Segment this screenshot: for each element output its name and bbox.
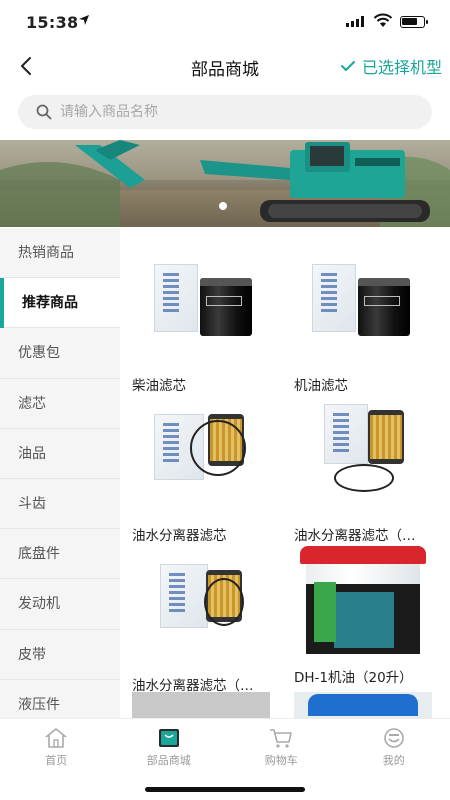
product-card[interactable]: 油水分离器滤芯（…	[294, 400, 434, 544]
category-label: 优惠包	[18, 345, 60, 362]
product-card[interactable]: 柴油滤芯	[132, 250, 272, 394]
product-card[interactable]	[294, 692, 434, 718]
status-time: 15:38	[26, 13, 79, 32]
search-icon	[36, 104, 52, 120]
filter-canister-image	[294, 250, 432, 362]
product-card[interactable]: 油水分离器滤芯（…	[132, 550, 272, 694]
category-sidebar: 热销商品 推荐商品 优惠包 滤芯 油品 斗齿 底盘件 发动机 皮带 液压件	[0, 228, 120, 718]
category-label: 滤芯	[18, 395, 46, 412]
category-label: 推荐商品	[22, 295, 78, 312]
category-item-filters[interactable]: 滤芯	[0, 379, 120, 429]
category-item-engine[interactable]: 发动机	[0, 579, 120, 630]
tab-label: 购物车	[264, 754, 298, 767]
tab-label: 部品商城	[146, 754, 191, 767]
tab-label: 首页	[45, 754, 68, 767]
status-bar: 15:38	[0, 0, 450, 44]
filter-element-image	[132, 550, 270, 662]
product-card[interactable]: 机油滤芯	[294, 250, 434, 394]
filter-element-image	[294, 400, 432, 512]
oil-bucket-image	[294, 692, 432, 718]
category-label: 皮带	[18, 646, 46, 663]
selected-machine-button[interactable]: 已选择机型	[340, 54, 442, 78]
product-card[interactable]: DH-1机油（20升）	[294, 542, 434, 686]
filter-canister-image	[132, 250, 270, 362]
excavator-image	[0, 140, 450, 227]
product-card[interactable]: 油水分离器滤芯	[132, 400, 272, 544]
product-grid: 柴油滤芯 机油滤芯 油水分离器滤芯 油水分离器滤芯（… 油水分离器滤芯（… DH…	[120, 228, 450, 718]
check-icon	[340, 61, 355, 71]
wifi-icon	[373, 12, 393, 32]
tab-shop[interactable]: 部品商城	[113, 719, 226, 774]
home-icon	[45, 728, 67, 748]
product-name: 油水分离器滤芯	[132, 528, 227, 544]
promo-banner[interactable]	[0, 140, 450, 227]
nav-header: 部品商城 已选择机型	[0, 44, 450, 88]
category-label: 液压件	[18, 696, 60, 713]
category-label: 底盘件	[18, 546, 60, 563]
category-label: 油品	[18, 445, 46, 462]
home-indicator	[145, 787, 305, 792]
product-name: 柴油滤芯	[132, 378, 186, 394]
product-name: 机油滤芯	[294, 378, 348, 394]
product-name: 油水分离器滤芯（…	[294, 528, 416, 544]
tab-label: 我的	[382, 754, 405, 767]
category-label: 斗齿	[18, 495, 46, 512]
banner-page-indicator	[219, 202, 227, 210]
cellular-signal-icon	[346, 16, 364, 27]
category-item-hydraulics[interactable]: 液压件	[0, 680, 120, 718]
product-image	[132, 692, 270, 718]
filter-element-image	[132, 400, 270, 512]
oil-bucket-image	[294, 542, 432, 654]
location-arrow-icon	[78, 14, 90, 30]
category-label: 发动机	[18, 596, 60, 613]
tab-home[interactable]: 首页	[0, 719, 113, 774]
category-item-oils[interactable]: 油品	[0, 429, 120, 479]
category-item-bucket-teeth[interactable]: 斗齿	[0, 479, 120, 530]
tab-profile[interactable]: 我的	[338, 719, 450, 774]
category-item-hot[interactable]: 热销商品	[0, 228, 120, 279]
category-item-chassis[interactable]: 底盘件	[0, 529, 120, 580]
search-input[interactable]	[60, 104, 400, 120]
cart-icon	[270, 729, 293, 748]
product-name: 油水分离器滤芯（…	[132, 678, 254, 694]
battery-icon	[400, 16, 428, 28]
profile-icon	[383, 728, 404, 748]
category-item-belts[interactable]: 皮带	[0, 630, 120, 680]
product-name: DH-1机油（20升）	[294, 670, 413, 686]
category-item-discount-pack[interactable]: 优惠包	[0, 328, 120, 379]
search-bar[interactable]	[18, 95, 432, 129]
category-label: 热销商品	[18, 245, 74, 261]
tab-cart[interactable]: 购物车	[225, 719, 338, 774]
category-item-recommended[interactable]: 推荐商品	[0, 278, 120, 329]
shop-icon	[158, 729, 179, 747]
product-card[interactable]	[132, 692, 272, 718]
bottom-tab-bar: 首页 部品商城 购物车 我的	[0, 718, 450, 774]
selected-machine-label: 已选择机型	[361, 58, 442, 77]
